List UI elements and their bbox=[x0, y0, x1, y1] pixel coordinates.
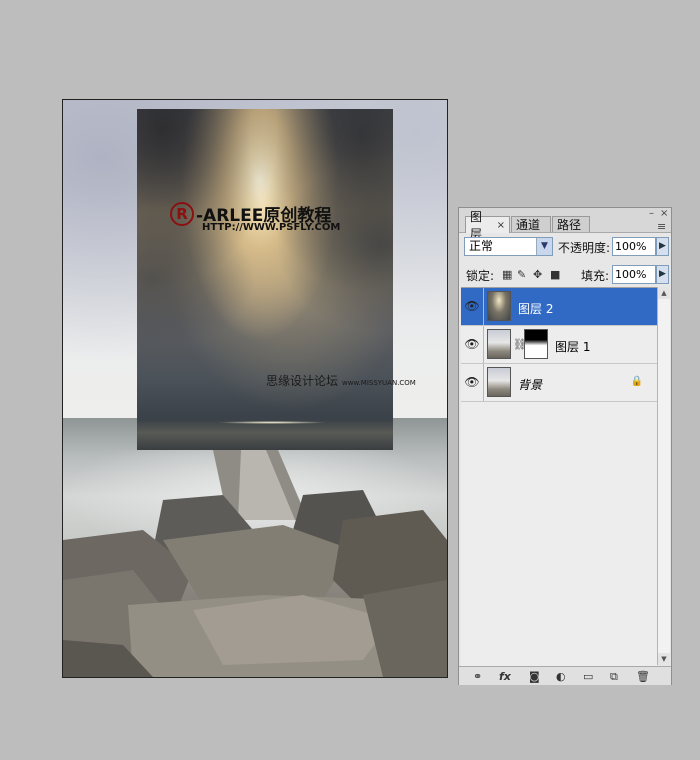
chevron-down-icon[interactable]: ▼ bbox=[536, 238, 552, 255]
eye-divider bbox=[483, 326, 484, 363]
trash-icon[interactable]: 🗑 bbox=[636, 670, 650, 683]
overlay-sun-reflection bbox=[217, 421, 327, 424]
lock-image-icon[interactable]: ✎ bbox=[517, 268, 526, 281]
blend-mode-select[interactable]: 正常 ▼ bbox=[464, 237, 553, 256]
layer-name[interactable]: 图层 1 bbox=[555, 338, 590, 355]
registered-icon: R bbox=[170, 201, 194, 226]
opacity-label: 不透明度: bbox=[558, 241, 611, 255]
panel-menu-icon[interactable]: ≡ bbox=[657, 220, 666, 233]
new-layer-icon[interactable]: ⧉ bbox=[610, 670, 618, 684]
layer-thumbnail[interactable] bbox=[487, 291, 511, 321]
overlay-clouds bbox=[137, 109, 393, 450]
layer-list: 👁 图层 2 👁 ⛓ 图层 1 👁 背景 🔒 bbox=[461, 287, 657, 666]
layer-name[interactable]: 图层 2 bbox=[518, 300, 553, 317]
eye-icon[interactable]: 👁 bbox=[463, 336, 481, 352]
layer-row-background[interactable]: 👁 背景 🔒 bbox=[461, 364, 657, 402]
overlay-sky-image bbox=[137, 109, 393, 450]
fx-icon[interactable]: fx bbox=[499, 670, 511, 683]
panel-minimize-icon[interactable]: – bbox=[649, 208, 654, 219]
lock-all-icon[interactable]: ■ bbox=[550, 268, 560, 281]
scroll-down-icon[interactable]: ▼ bbox=[658, 653, 670, 665]
layer-row-layer2[interactable]: 👁 图层 2 bbox=[461, 288, 657, 326]
eye-divider bbox=[483, 364, 484, 401]
lock-label: 锁定: bbox=[466, 269, 495, 283]
eye-icon[interactable]: 👁 bbox=[463, 374, 481, 390]
tab-close-icon[interactable]: × bbox=[497, 220, 505, 231]
watermark-bottom-en: www.MISSYUAN.COM bbox=[342, 379, 416, 387]
layer-thumbnail[interactable] bbox=[487, 367, 511, 397]
adjustment-icon[interactable]: ◐ bbox=[556, 670, 566, 683]
panel-tabbar: 图层 × 通道 路径 – × ≡ bbox=[459, 208, 671, 241]
fill-slider-button[interactable]: ▶ bbox=[656, 265, 669, 284]
eye-icon[interactable]: 👁 bbox=[463, 298, 481, 314]
layer-name[interactable]: 背景 bbox=[518, 376, 542, 393]
layer-thumbnail[interactable] bbox=[487, 329, 511, 359]
layers-panel: 图层 × 通道 路径 – × ≡ 正常 ▼ 不透明度: 100% ▶ 锁定: ▦… bbox=[458, 207, 672, 685]
opacity-slider-button[interactable]: ▶ bbox=[656, 237, 669, 256]
watermark-bottom: 思缘设计论坛 www.MISSYUAN.COM bbox=[266, 372, 416, 389]
opacity-input[interactable]: 100% bbox=[612, 237, 656, 256]
tab-layers[interactable]: 图层 × bbox=[465, 210, 510, 241]
group-icon[interactable]: ▭ bbox=[583, 670, 593, 683]
layer-list-scrollbar[interactable]: ▲ ▼ bbox=[657, 287, 670, 665]
panel-close-icon[interactable]: × bbox=[660, 208, 668, 219]
layer-mask-thumbnail[interactable] bbox=[524, 329, 548, 359]
overlay-horizon bbox=[137, 421, 393, 450]
panel-footer: ⚭ fx ◙ ◐ ▭ ⧉ 🗑 bbox=[459, 666, 671, 685]
lock-transparency-icon[interactable]: ▦ bbox=[502, 268, 512, 281]
lock-icon: 🔒 bbox=[630, 376, 643, 387]
watermark-url: HTTP://WWW.PSFLY.COM bbox=[202, 222, 341, 233]
fill-input[interactable]: 100% bbox=[612, 265, 656, 284]
eye-divider bbox=[483, 288, 484, 325]
watermark-bottom-cn: 思缘设计论坛 bbox=[266, 374, 339, 388]
layer-row-layer1[interactable]: 👁 ⛓ 图层 1 bbox=[461, 326, 657, 364]
mask-icon[interactable]: ◙ bbox=[529, 670, 540, 683]
scroll-up-icon[interactable]: ▲ bbox=[658, 287, 670, 299]
tab-channels[interactable]: 通道 bbox=[511, 216, 551, 232]
link-icon[interactable]: ⚭ bbox=[473, 670, 482, 683]
tab-paths[interactable]: 路径 bbox=[552, 216, 590, 232]
lock-position-icon[interactable]: ✥ bbox=[533, 268, 542, 281]
fill-label: 填充: bbox=[581, 269, 610, 283]
